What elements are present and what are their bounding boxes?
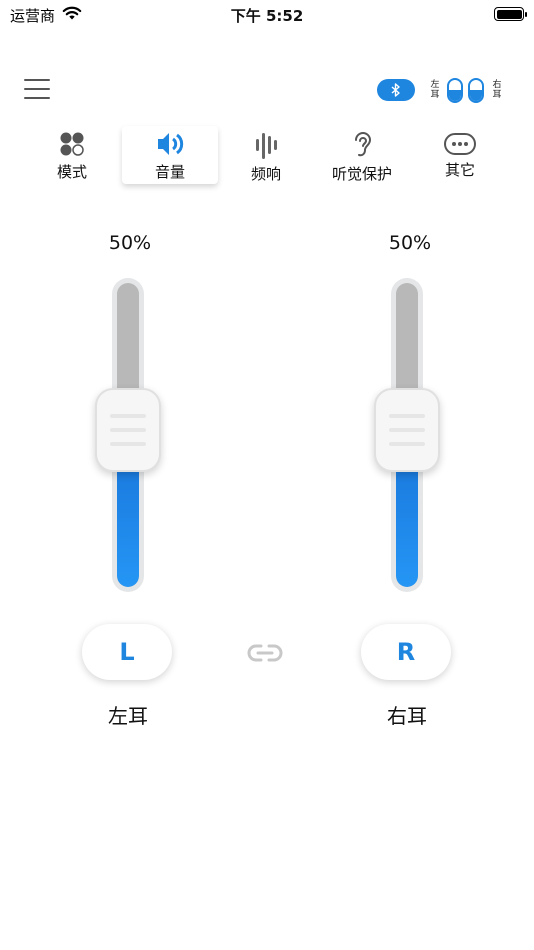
tab-label: 听觉保护 <box>331 165 392 183</box>
bluetooth-status-button[interactable] <box>377 79 415 101</box>
tab-label: 频响 <box>250 165 281 183</box>
battery-icon <box>494 7 527 21</box>
left-volume-fill <box>117 471 139 587</box>
tab-frequency[interactable]: 频响 <box>236 126 296 184</box>
link-chain-icon[interactable] <box>246 641 284 669</box>
tab-other[interactable]: 其它 <box>430 126 490 184</box>
hamburger-menu-icon[interactable] <box>24 77 52 101</box>
left-ear-tag: 左 耳 <box>430 80 440 100</box>
left-volume-percent: 50% <box>108 232 152 254</box>
right-ear-tag: 右 耳 <box>492 80 502 100</box>
mode-dots-icon <box>58 130 86 162</box>
left-ear-button[interactable]: L <box>82 624 172 680</box>
clock: 下午 5:52 <box>230 7 304 25</box>
speaker-volume-icon <box>154 130 186 162</box>
status-bar: 运营商 下午 5:52 <box>0 0 534 30</box>
right-ear-label: 右耳 <box>387 704 427 728</box>
right-earbud-battery-icon <box>468 78 484 103</box>
frequency-bars-icon <box>252 130 280 164</box>
tab-label: 模式 <box>56 163 87 181</box>
tab-bar: 模式 音量 频响 听觉保护 其它 <box>0 126 534 186</box>
tab-hearing-protection[interactable]: 听觉保护 <box>326 126 398 184</box>
tab-label: 音量 <box>154 163 185 181</box>
right-volume-thumb[interactable] <box>374 388 440 472</box>
more-dots-icon <box>443 130 477 162</box>
tab-label: 其它 <box>444 161 475 179</box>
ear-icon <box>350 130 374 164</box>
left-earbud-battery-icon <box>447 78 463 103</box>
tab-mode[interactable]: 模式 <box>42 126 102 184</box>
right-volume-fill <box>396 471 418 587</box>
right-ear-button[interactable]: R <box>361 624 451 680</box>
left-volume-thumb[interactable] <box>95 388 161 472</box>
left-ear-label: 左耳 <box>108 704 148 728</box>
bluetooth-icon <box>391 83 400 97</box>
right-volume-percent: 50% <box>388 232 432 254</box>
tab-volume[interactable]: 音量 <box>122 126 218 184</box>
